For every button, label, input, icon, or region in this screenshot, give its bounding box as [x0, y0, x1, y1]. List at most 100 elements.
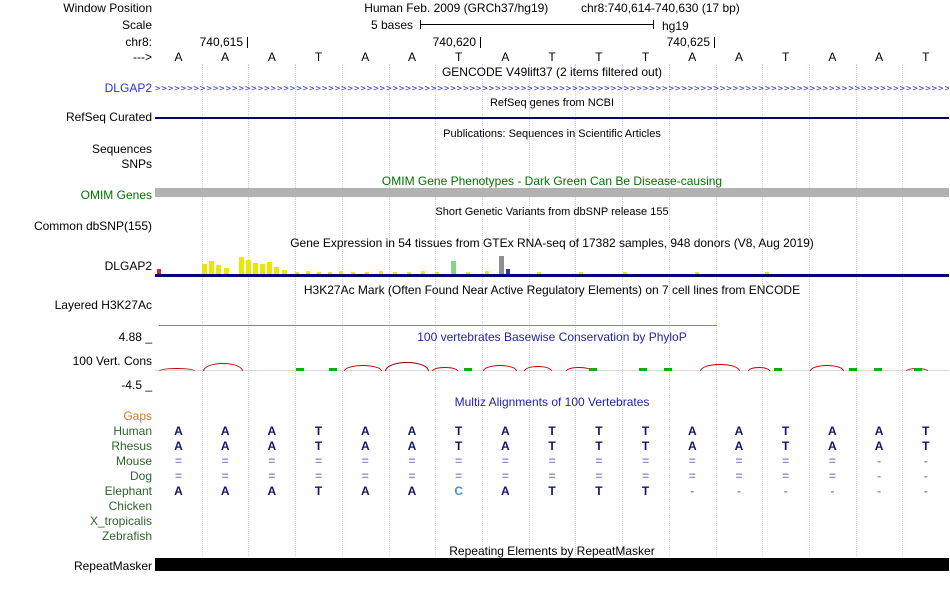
align-cell: T: [314, 424, 323, 438]
align-cell: A: [220, 424, 230, 438]
track-label-100-vert-cons[interactable]: 100 Vert. Cons: [0, 355, 152, 368]
align-cell: A: [501, 439, 510, 453]
align-cell: -: [923, 484, 928, 498]
align-cell: =: [688, 469, 696, 483]
multiz-alignment-track[interactable]: A A A T A A T A T T T A A T A A T A A A T A A T A T T T A A T A A T = = = = = =…: [155, 0, 949, 591]
align-cell: =: [174, 469, 182, 483]
align-cell: T: [595, 424, 603, 438]
align-cell: A: [407, 424, 417, 438]
align-cell: =: [735, 454, 743, 468]
track-label-zebrafish[interactable]: Zebrafish: [0, 530, 152, 543]
align-cell: =: [548, 469, 556, 483]
align-cell: T: [548, 439, 556, 453]
align-cell: =: [315, 454, 323, 468]
align-cell: =: [782, 454, 790, 468]
align-cell: A: [407, 484, 417, 498]
align-cell: A: [687, 424, 697, 438]
align-cell: -: [877, 454, 882, 468]
align-cell: -: [877, 484, 882, 498]
align-cell: =: [595, 469, 603, 483]
cons-scale-max: 4.88 _: [118, 330, 152, 344]
track-label-sequences[interactable]: Sequences: [0, 143, 152, 156]
align-cell: T: [782, 439, 790, 453]
align-cell: -: [690, 484, 695, 498]
align-cell: =: [221, 454, 229, 468]
track-label-human[interactable]: Human: [0, 425, 152, 438]
align-cell: =: [548, 454, 556, 468]
align-cell: =: [828, 454, 836, 468]
align-cell: A: [828, 424, 837, 438]
label-chrom: chr8:: [125, 35, 152, 49]
align-cell: A: [874, 439, 884, 453]
align-cell: T: [548, 484, 556, 498]
track-label-omim-genes[interactable]: OMIM Genes: [0, 189, 152, 202]
align-cell: T: [455, 439, 463, 453]
align-cell: -: [923, 454, 928, 468]
track-label-repeatmasker[interactable]: RepeatMasker: [0, 560, 152, 573]
align-cell: =: [501, 454, 509, 468]
align-cell: =: [315, 469, 323, 483]
label-strand[interactable]: --->: [0, 51, 152, 64]
align-cell: A: [360, 484, 370, 498]
track-label-dlgap2-gencode[interactable]: DLGAP2: [0, 82, 152, 95]
track-label-refseq-curated[interactable]: RefSeq Curated: [0, 111, 152, 124]
track-label-chicken[interactable]: Chicken: [0, 500, 152, 513]
repeatmasker-track[interactable]: [155, 558, 949, 571]
align-cell: A: [267, 424, 277, 438]
align-cell: =: [455, 454, 463, 468]
track-label-mouse[interactable]: Mouse: [0, 455, 152, 468]
align-cell: =: [642, 469, 650, 483]
align-cell: A: [174, 439, 183, 453]
track-label-dlgap2-gtex[interactable]: DLGAP2: [0, 260, 152, 273]
track-title-repeatmasker[interactable]: Repeating Elements by RepeatMasker: [155, 545, 949, 558]
align-cell: =: [361, 454, 369, 468]
align-cell: T: [314, 439, 323, 453]
align-cell: =: [268, 454, 276, 468]
align-cell: =: [642, 454, 650, 468]
align-cell: T: [922, 424, 930, 438]
align-cell: A: [267, 439, 277, 453]
align-cell: -: [830, 484, 835, 498]
track-label-dog[interactable]: Dog: [0, 470, 152, 483]
align-cell: -: [737, 484, 741, 498]
align-cell: A: [734, 439, 744, 453]
align-cell: =: [595, 454, 603, 468]
align-cell: -: [783, 484, 788, 498]
align-cell: A: [267, 484, 277, 498]
track-label-layered-h3k27ac[interactable]: Layered H3K27Ac: [0, 299, 152, 312]
align-cell: =: [455, 469, 463, 483]
track-label-gaps[interactable]: Gaps: [0, 410, 152, 423]
align-cell: A: [407, 439, 417, 453]
align-cell: A: [360, 424, 370, 438]
align-cell: A: [501, 424, 510, 438]
align-cell: A: [828, 439, 837, 453]
cons-scale-min: -4.5 _: [121, 378, 152, 392]
align-cell: A: [174, 484, 183, 498]
track-label-common-dbsnp[interactable]: Common dbSNP(155): [0, 220, 152, 233]
align-cell: T: [595, 484, 603, 498]
align-cell: -: [923, 469, 928, 483]
align-cell: =: [408, 454, 416, 468]
align-cell: T: [782, 424, 790, 438]
align-cell: C: [454, 484, 464, 498]
align-cell: =: [828, 469, 836, 483]
track-label-elephant[interactable]: Elephant: [0, 485, 152, 498]
align-cell: =: [501, 469, 509, 483]
label-scale: Scale: [121, 18, 152, 32]
align-cell: A: [174, 424, 183, 438]
align-cell: =: [174, 454, 182, 468]
align-cell: A: [220, 439, 230, 453]
track-label-snps[interactable]: SNPs: [0, 158, 152, 171]
align-cell: =: [735, 469, 743, 483]
track-label-rhesus[interactable]: Rhesus: [0, 440, 152, 453]
align-cell: =: [408, 469, 416, 483]
align-cell: T: [641, 424, 650, 438]
align-cell: A: [874, 424, 884, 438]
align-cell: =: [268, 469, 276, 483]
track-label-x_tropicalis[interactable]: X_tropicalis: [0, 515, 152, 528]
align-cell: -: [877, 469, 882, 483]
align-cell: T: [595, 439, 603, 453]
align-cell: =: [782, 469, 790, 483]
genome-browser: Window Position Scale chr8: ---> DLGAP2 …: [0, 0, 950, 591]
align-cell: =: [221, 469, 229, 483]
